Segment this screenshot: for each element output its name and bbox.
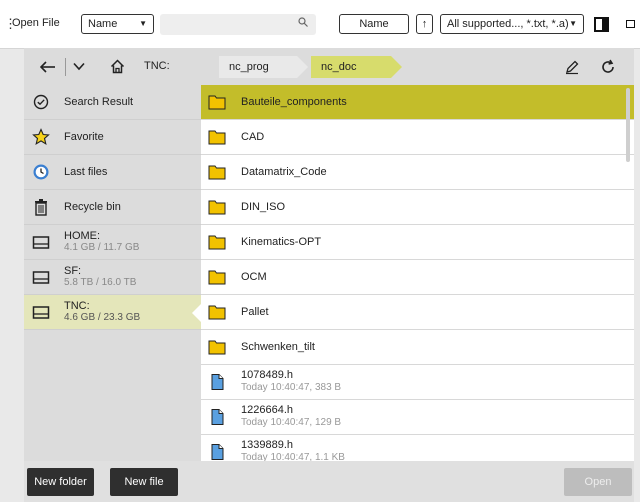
sidebar-item-last-files[interactable]: Last files — [24, 155, 201, 190]
sidebar-item-search-result[interactable]: Search Result — [24, 85, 201, 120]
drive-usage: 4.1 GB / 11.7 GB — [64, 242, 140, 253]
trash-icon — [35, 199, 47, 216]
file-meta: Today 10:40:47, 129 B — [241, 417, 342, 428]
sidebar-item-label: Recycle bin — [64, 201, 121, 213]
sidebar-item-label: Search Result — [64, 96, 134, 108]
file-row-cad[interactable]: CAD — [201, 120, 634, 155]
file-row-schwenken-tilt[interactable]: Schwenken_tilt — [201, 330, 634, 365]
sidebar-item-sf-drive[interactable]: SF: 5.8 TB / 16.0 TB — [24, 260, 201, 295]
drag-handle-icon[interactable]: ⋮ — [4, 17, 17, 31]
star-icon — [32, 128, 50, 145]
file-name: Bauteile_components — [241, 96, 347, 108]
toolbar: ⋮ Open File Name ▼ Name ↑ All supported.… — [0, 0, 640, 49]
file-row-pallet[interactable]: Pallet — [201, 295, 634, 330]
file-name: OCM — [241, 271, 267, 283]
file-name: Kinematics-OPT — [241, 236, 322, 248]
refresh-icon[interactable] — [600, 59, 616, 75]
new-file-button[interactable]: New file — [110, 468, 178, 496]
breadcrumb-drive[interactable]: TNC: — [144, 48, 170, 85]
file-row-bauteile-components[interactable]: Bauteile_components — [201, 85, 634, 120]
sort-select-value: Name — [88, 18, 118, 30]
chevron-down-icon[interactable] — [73, 62, 85, 71]
bottom-action-bar: New folder New file Open — [24, 461, 634, 502]
file-row-1226664[interactable]: 1226664.h Today 10:40:47, 129 B — [201, 400, 634, 435]
file-name: Schwenken_tilt — [241, 341, 315, 353]
file-row-kinematics-opt[interactable]: Kinematics-OPT — [201, 225, 634, 260]
folder-icon — [208, 200, 226, 215]
sidebar-item-tnc-drive[interactable]: TNC: 4.6 GB / 23.3 GB — [24, 295, 201, 330]
new-folder-button[interactable]: New folder — [27, 468, 94, 496]
folder-icon — [208, 130, 226, 145]
drive-icon — [32, 236, 50, 249]
sidebar-item-favorite[interactable]: Favorite — [24, 120, 201, 155]
sidebar-item-label: Favorite — [64, 131, 104, 143]
search-input[interactable] — [160, 14, 316, 35]
sidebar-item-label: HOME: — [64, 230, 101, 242]
active-indicator — [192, 304, 201, 322]
drive-usage: 5.8 TB / 16.0 TB — [64, 277, 137, 288]
sidebar-item-label: SF: — [64, 265, 82, 277]
maximize-icon[interactable] — [626, 20, 635, 28]
folder-icon — [208, 305, 226, 320]
edit-pen-icon[interactable] — [564, 59, 580, 75]
sidebar-item-label: TNC: — [64, 300, 90, 312]
chevron-down-icon: ▼ — [569, 19, 577, 28]
divider — [65, 58, 66, 76]
file-row-datamatrix-code[interactable]: Datamatrix_Code — [201, 155, 634, 190]
breadcrumb-folder-nc-doc[interactable]: nc_doc — [311, 56, 402, 78]
drive-icon — [32, 306, 50, 319]
sidebar-item-recycle-bin[interactable]: Recycle bin — [24, 190, 201, 225]
check-circle-icon — [33, 94, 49, 110]
folder-icon — [208, 95, 226, 110]
folder-icon — [208, 235, 226, 250]
folder-icon — [208, 165, 226, 180]
sidebar-item-home-drive[interactable]: HOME: 4.1 GB / 11.7 GB — [24, 225, 201, 260]
file-type-filter-value: All supported..., *.txt, *.a) — [447, 18, 569, 30]
sidebar: Search Result Favorite Last files Recycl… — [24, 85, 201, 461]
sort-direction-button[interactable]: ↑ — [416, 14, 433, 34]
file-meta: Today 10:40:47, 1.1 KB — [241, 452, 345, 461]
folder-icon — [208, 340, 226, 355]
back-arrow-icon[interactable] — [40, 60, 56, 74]
file-meta: Today 10:40:47, 383 B — [241, 382, 342, 393]
file-icon — [211, 409, 224, 425]
file-icon — [211, 444, 224, 460]
sidebar-item-label: Last files — [64, 166, 108, 178]
file-name: Pallet — [241, 306, 269, 318]
drive-usage: 4.6 GB / 23.3 GB — [64, 312, 141, 323]
search-icon — [298, 17, 308, 27]
dialog-title: Open File — [12, 17, 60, 29]
file-list: Bauteile_components CAD Datamatrix_Code … — [201, 85, 634, 461]
file-row-ocm[interactable]: OCM — [201, 260, 634, 295]
chevron-down-icon: ▼ — [139, 19, 147, 28]
file-type-filter[interactable]: All supported..., *.txt, *.a) ▼ — [440, 14, 584, 34]
file-row-1339889[interactable]: 1339889.h Today 10:40:47, 1.1 KB — [201, 435, 634, 461]
scrollbar[interactable] — [626, 88, 630, 162]
file-row-1078489[interactable]: 1078489.h Today 10:40:47, 383 B — [201, 365, 634, 400]
folder-icon — [208, 270, 226, 285]
file-name: 1339889.h — [241, 439, 293, 451]
drive-icon — [32, 271, 50, 284]
file-name: 1078489.h — [241, 369, 293, 381]
clock-icon — [33, 164, 49, 180]
open-button[interactable]: Open — [564, 468, 632, 496]
toggle-preview-pane-icon[interactable] — [594, 17, 609, 32]
file-name: Datamatrix_Code — [241, 166, 327, 178]
file-name: DIN_ISO — [241, 201, 286, 213]
file-icon — [211, 374, 224, 390]
sort-button[interactable]: Name — [339, 14, 409, 34]
breadcrumb-folder-nc-prog[interactable]: nc_prog — [219, 56, 308, 78]
file-name: 1226664.h — [241, 404, 293, 416]
sort-select[interactable]: Name ▼ — [81, 14, 154, 34]
breadcrumb: TNC: nc_prog nc_doc — [24, 48, 634, 85]
file-row-din-iso[interactable]: DIN_ISO — [201, 190, 634, 225]
home-icon[interactable] — [110, 59, 125, 74]
file-name: CAD — [241, 131, 265, 143]
